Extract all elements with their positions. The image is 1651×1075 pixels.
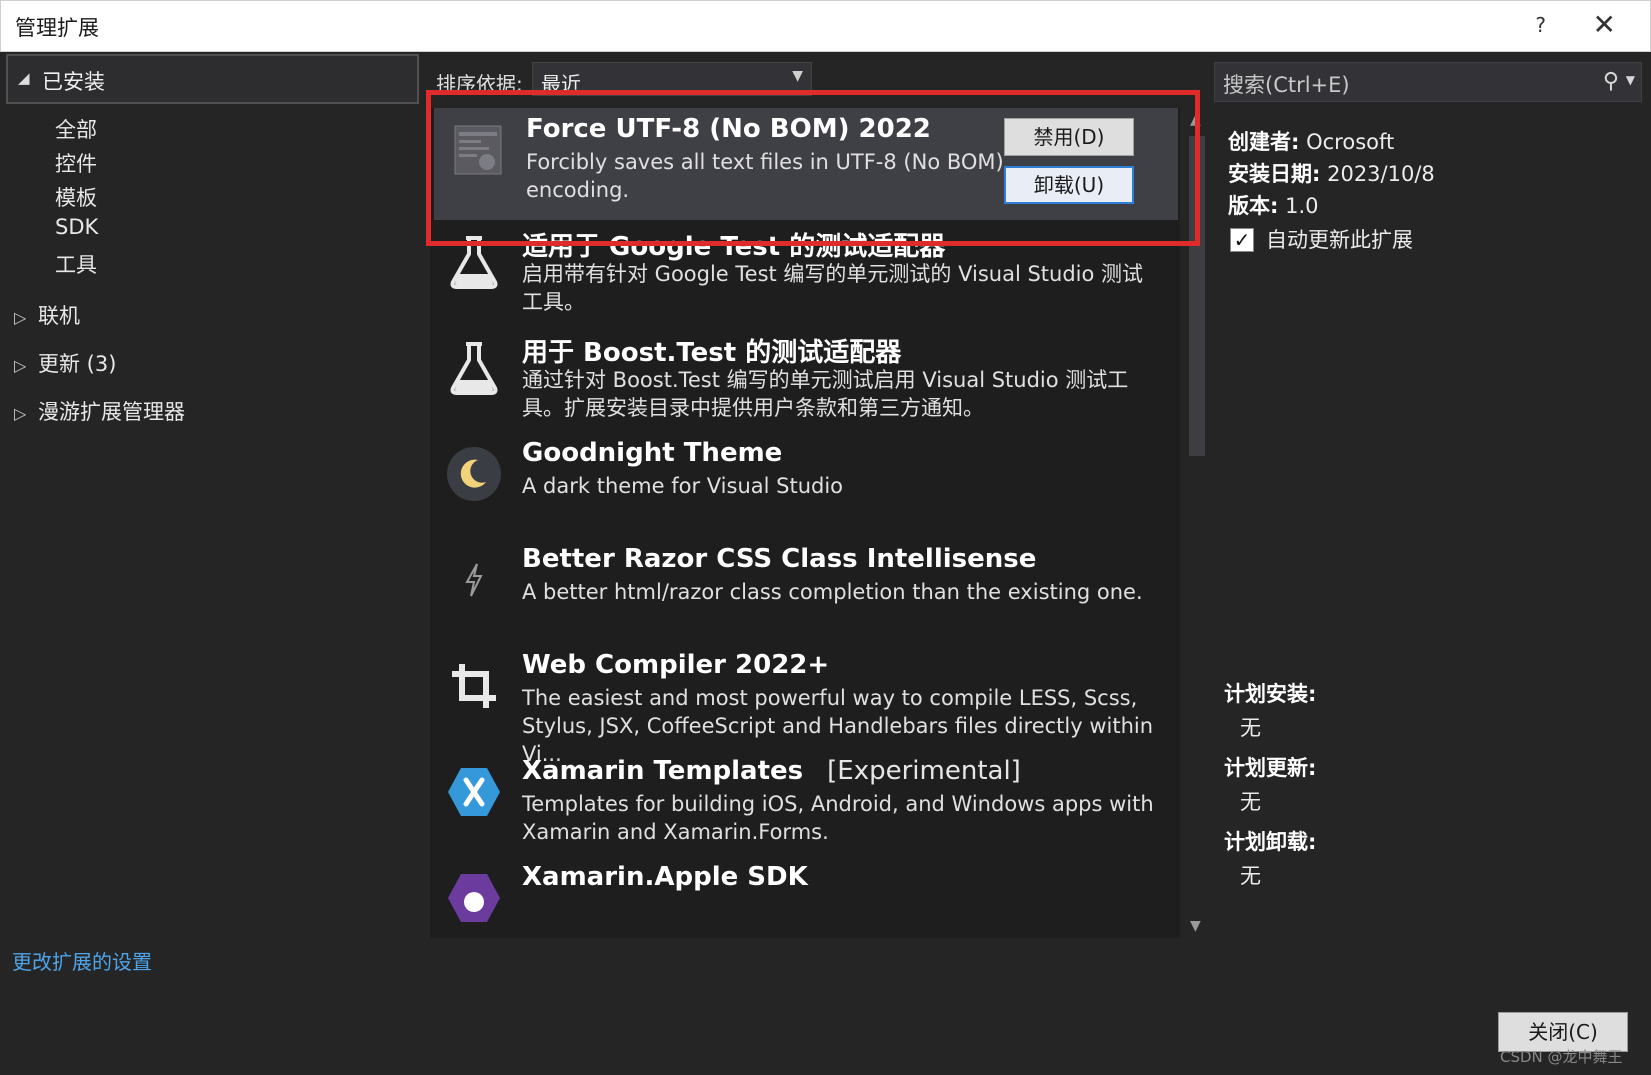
uninstall-button[interactable]: 卸载(U) — [1004, 166, 1134, 204]
extension-name: 用于 Boost.Test 的测试适配器 — [522, 338, 902, 368]
extension-name: Better Razor CSS Class Intellisense — [522, 544, 1037, 574]
document-icon — [450, 122, 506, 178]
scroll-up-icon[interactable]: ▲ — [1190, 112, 1201, 128]
group-online[interactable]: ▷ 联机 — [14, 300, 80, 330]
search-placeholder: 搜索(Ctrl+E) — [1223, 73, 1350, 97]
extension-item-goodnight-theme[interactable]: Goodnight Theme A dark theme for Visual … — [430, 432, 1180, 544]
plan-uninstall-label: 计划卸载: — [1224, 830, 1317, 854]
plan-update-label: 计划更新: — [1224, 756, 1317, 780]
installed-header[interactable]: ◢ 已安装 — [6, 54, 419, 104]
footer: 更改扩展的设置 关闭(C) CSDN @龙中舞王 — [0, 938, 1651, 1075]
sort-label: 排序依据: — [436, 72, 523, 96]
xamarin-icon — [446, 764, 502, 820]
flask-icon — [446, 340, 502, 396]
expand-arrow-icon: ▷ — [14, 404, 27, 423]
extension-settings-link[interactable]: 更改扩展的设置 — [12, 946, 152, 975]
version-label: 版本: — [1228, 194, 1279, 218]
sort-value: 最近 — [541, 72, 581, 96]
version-value: 1.0 — [1285, 194, 1319, 218]
flask-icon — [446, 234, 502, 290]
installed-label: 已安装 — [42, 70, 105, 94]
window-title: 管理扩展 — [15, 16, 99, 40]
category-sdk[interactable]: SDK — [55, 215, 98, 239]
scrollbar-thumb[interactable] — [1189, 136, 1205, 456]
extension-item-xamarin-apple-sdk[interactable]: Xamarin.Apple SDK — [430, 856, 1180, 938]
extension-name: Xamarin.Apple SDK — [522, 862, 808, 892]
extension-name: Goodnight Theme — [522, 438, 783, 468]
author-label: 创建者: — [1228, 130, 1300, 154]
moon-icon — [446, 446, 502, 502]
expand-arrow-icon: ▷ — [14, 308, 27, 327]
extension-name-text: Xamarin Templates — [522, 756, 804, 786]
chevron-down-icon: ▼ — [792, 68, 803, 84]
group-updates[interactable]: ▷ 更新 (3) — [14, 348, 116, 378]
list-scrollbar[interactable]: ▲ ▼ — [1186, 108, 1210, 938]
main-area: ◢ 已安装 全部 控件 模板 SDK 工具 ▷ 联机 ▷ 更新 (3) ▷ 漫游扩展管… — [0, 52, 1651, 938]
extension-desc: 通过针对 Boost.Test 编写的单元测试启用 Visual Studio … — [522, 368, 1129, 420]
extension-item-google-test[interactable]: 适用于 Google Test 的测试适配器 启用带有针对 Google Tes… — [430, 220, 1180, 332]
install-date-label: 安装日期: — [1228, 162, 1321, 186]
search-input[interactable]: 搜索(Ctrl+E) ⚲ ▼ — [1214, 62, 1642, 102]
plan-install-value: 无 — [1240, 716, 1261, 740]
expand-triangle-icon: ◢ — [18, 69, 30, 87]
extension-item-force-utf8[interactable]: Force UTF-8 (No BOM) 2022 Forcibly saves… — [434, 108, 1178, 220]
sort-dropdown[interactable]: 最近 ▼ — [532, 62, 812, 96]
group-label: 更新 (3) — [38, 352, 117, 376]
extension-desc: Forcibly saves all text files in UTF-8 (… — [526, 150, 1004, 202]
title-bar: 管理扩展 ? ✕ — [0, 0, 1651, 52]
left-nav: ◢ 已安装 全部 控件 模板 SDK 工具 ▷ 联机 ▷ 更新 (3) ▷ 漫游扩展管… — [0, 52, 424, 938]
search-icon[interactable]: ⚲ — [1603, 69, 1619, 94]
scroll-down-icon[interactable]: ▼ — [1190, 918, 1201, 934]
extension-name: Web Compiler 2022+ — [522, 650, 830, 680]
version-row: 版本: 1.0 — [1228, 190, 1319, 220]
group-label: 漫游扩展管理器 — [38, 400, 185, 424]
author-row: 创建者: Ocrosoft — [1228, 126, 1394, 156]
extension-name: 适用于 Google Test 的测试适配器 — [522, 232, 946, 262]
lightning-icon — [446, 552, 502, 608]
apple-icon — [446, 870, 502, 926]
install-date-row: 安装日期: 2023/10/8 — [1228, 158, 1435, 188]
extension-desc: Templates for building iOS, Android, and… — [522, 792, 1154, 844]
extension-list: Force UTF-8 (No BOM) 2022 Forcibly saves… — [430, 108, 1180, 938]
category-tools[interactable]: 工具 — [55, 249, 97, 279]
extension-desc: A better html/razor class completion tha… — [522, 580, 1143, 604]
chevron-down-icon[interactable]: ▼ — [1626, 73, 1635, 87]
expand-arrow-icon: ▷ — [14, 356, 27, 375]
plan-update-value: 无 — [1240, 790, 1261, 814]
close-window-button[interactable]: ✕ — [1593, 9, 1616, 41]
experimental-tag: [Experimental] — [827, 756, 1021, 786]
auto-update-label: 自动更新此扩展 — [1266, 228, 1413, 252]
extension-item-boost-test[interactable]: 用于 Boost.Test 的测试适配器 通过针对 Boost.Test 编写的… — [430, 326, 1180, 438]
details-panel: 搜索(Ctrl+E) ⚲ ▼ 创建者: Ocrosoft 安装日期: 2023/… — [1210, 52, 1651, 938]
disable-button[interactable]: 禁用(D) — [1004, 118, 1134, 156]
auto-update-checkbox[interactable]: ✓ — [1230, 228, 1254, 252]
extension-desc: 启用带有针对 Google Test 编写的单元测试的 Visual Studi… — [522, 262, 1144, 314]
extension-desc: A dark theme for Visual Studio — [522, 474, 844, 498]
category-all[interactable]: 全部 — [55, 114, 97, 144]
watermark: CSDN @龙中舞王 — [1500, 1048, 1623, 1066]
category-controls[interactable]: 控件 — [55, 148, 97, 178]
author-value: Ocrosoft — [1306, 130, 1395, 154]
checkmark-icon: ✓ — [1233, 228, 1251, 252]
extension-item-better-razor[interactable]: Better Razor CSS Class Intellisense A be… — [430, 538, 1180, 650]
extension-name: Force UTF-8 (No BOM) 2022 — [526, 114, 931, 144]
plan-install-label: 计划安装: — [1224, 682, 1317, 706]
extension-item-web-compiler[interactable]: Web Compiler 2022+ The easiest and most … — [430, 644, 1180, 766]
crop-icon — [446, 658, 502, 714]
plan-uninstall-value: 无 — [1240, 864, 1261, 888]
extension-item-xamarin-templates[interactable]: Xamarin Templates [Experimental] Template… — [430, 750, 1180, 862]
group-roaming[interactable]: ▷ 漫游扩展管理器 — [14, 396, 185, 426]
category-templates[interactable]: 模板 — [55, 182, 97, 212]
help-button[interactable]: ? — [1535, 13, 1546, 37]
group-label: 联机 — [38, 304, 80, 328]
install-date-value: 2023/10/8 — [1327, 162, 1435, 186]
extension-name: Xamarin Templates [Experimental] — [522, 756, 1021, 786]
